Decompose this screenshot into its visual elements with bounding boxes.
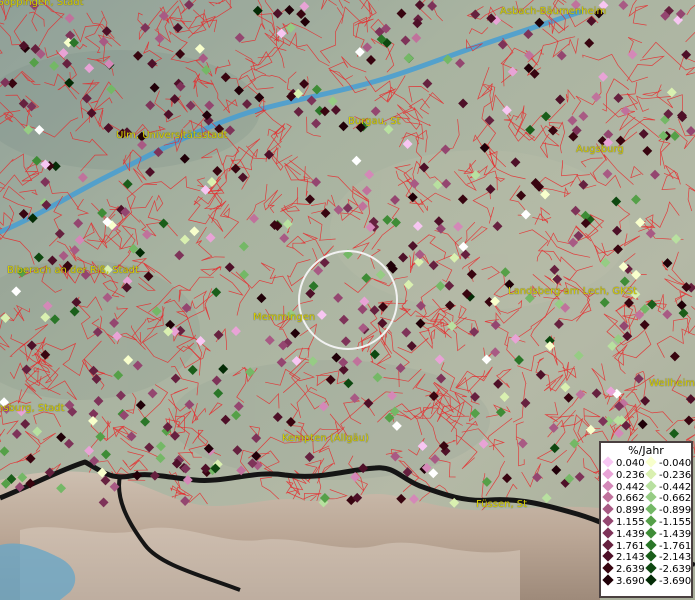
legend-label: -2.143 xyxy=(659,552,692,564)
legend-swatch xyxy=(602,456,614,468)
legend-label: -1.155 xyxy=(659,516,692,528)
legend-label: 0.662 xyxy=(616,493,645,505)
legend-swatch xyxy=(602,538,614,551)
legend-swatch xyxy=(602,574,614,586)
legend-title: %/Jahr xyxy=(628,444,664,457)
legend-positive-column: 0.040 0.236 0.442 0.662 0.899 1.155 1.439 1.761… xyxy=(601,456,645,588)
legend-swatch xyxy=(602,503,614,515)
legend-label: -0.442 xyxy=(659,481,692,493)
legend-label: 2.143 xyxy=(616,552,645,564)
legend-swatch xyxy=(602,468,614,480)
legend-label: 0.040 xyxy=(616,458,645,469)
legend-label: 1.439 xyxy=(616,528,645,540)
legend-swatch xyxy=(645,562,657,574)
legend-label: 0.899 xyxy=(616,505,645,517)
legend-swatch xyxy=(602,515,614,527)
place-landsberg: Landsberg am Lech, GKSt xyxy=(508,286,637,297)
place-biberach: Biberach an der Riß, Stadt xyxy=(7,265,139,276)
map-canvas[interactable] xyxy=(0,0,695,600)
place-kempten: Kempten (Allgäu) xyxy=(282,433,369,444)
place-asbach: Asbach-Bäumenheim xyxy=(500,6,607,17)
legend-swatch xyxy=(645,515,657,527)
legend-swatch xyxy=(645,574,657,586)
legend-swatch xyxy=(645,456,657,468)
place-weilheim: Weilheim xyxy=(649,378,695,389)
legend-swatch xyxy=(645,479,657,492)
legend-swatch xyxy=(645,538,657,551)
place-memmingen: Memmingen xyxy=(253,312,316,323)
legend-swatch xyxy=(645,491,657,504)
map-view[interactable]: Göppingen, Stadt Asbach-Bäumenheim Ulm, … xyxy=(0,0,695,600)
legend-label: 3.690 xyxy=(616,575,645,587)
place-goeppingen: Göppingen, Stadt xyxy=(0,0,84,8)
legend-label: -2.639 xyxy=(659,564,692,576)
legend-swatch xyxy=(602,527,614,539)
legend-label: -1.761 xyxy=(659,540,692,552)
legend-negative-row: -3.690 xyxy=(644,574,692,588)
legend-swatch xyxy=(645,550,657,563)
legend-label: 0.442 xyxy=(616,481,645,493)
legend-swatch xyxy=(602,491,614,504)
legend-label: 0.236 xyxy=(616,469,645,481)
legend-label: -3.690 xyxy=(659,575,692,587)
legend-label: 1.761 xyxy=(616,540,645,552)
place-burgau: Burgau, St xyxy=(348,116,401,127)
legend-swatch xyxy=(602,562,614,574)
legend-label: -0.236 xyxy=(659,469,692,481)
place-ravensburg: nsburg, Stadt xyxy=(0,403,65,414)
legend-swatch xyxy=(602,550,614,563)
legend-positive-row: 3.690 xyxy=(601,574,645,588)
legend-label: 1.155 xyxy=(616,516,645,528)
legend-swatch xyxy=(645,503,657,515)
place-augsburg: Augsburg xyxy=(576,144,624,155)
place-ulm: Ulm, Universitätsstadt xyxy=(116,130,228,141)
legend-label: -0.899 xyxy=(659,505,692,517)
legend-swatch xyxy=(602,479,614,492)
legend-label: -1.439 xyxy=(659,528,692,540)
legend-swatch xyxy=(645,527,657,539)
legend-label: -0.040 xyxy=(659,458,692,469)
legend-label: -0.662 xyxy=(659,493,692,505)
legend-swatch xyxy=(645,468,657,480)
legend-label: 2.639 xyxy=(616,564,645,576)
map-legend: %/Jahr 0.040 0.236 0.442 0.662 0.899 1.155 1.4… xyxy=(599,441,693,598)
legend-negative-column: -0.040 -0.236 -0.442 -0.662 -0.899 -1.155 -1.4… xyxy=(644,456,692,588)
place-fuessen: Füssen, St xyxy=(476,499,528,510)
